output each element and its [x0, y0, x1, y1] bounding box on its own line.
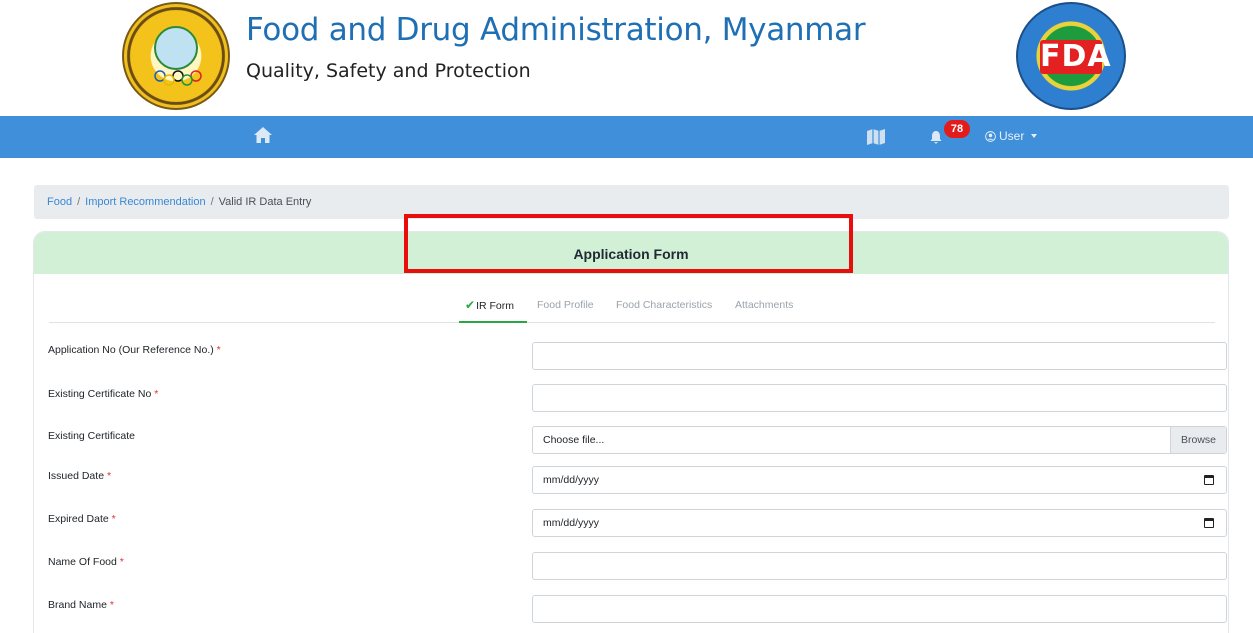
tab-label: IR Form — [476, 300, 514, 312]
book-map-icon[interactable] — [866, 127, 886, 147]
field-label-text: Expired Date — [48, 513, 109, 525]
field-label: Issued Date * — [48, 470, 111, 482]
tab-food-profile[interactable]: Food Profile — [537, 291, 594, 323]
field-label: Expired Date * — [48, 513, 116, 525]
chevron-down-icon — [1031, 134, 1038, 138]
required-marker: * — [119, 556, 124, 568]
field-label-text: Brand Name — [48, 599, 107, 611]
breadcrumb-current: Valid IR Data Entry — [218, 196, 312, 208]
required-marker: * — [106, 470, 112, 482]
file-placeholder: Choose file... — [543, 434, 605, 446]
date-placeholder: mm/dd/yyyy — [543, 474, 600, 486]
expired-date-input[interactable]: mm/dd/yyyy — [532, 509, 1227, 537]
user-label: User — [999, 129, 1025, 143]
notification-badge[interactable]: 78 — [944, 120, 970, 138]
field-label: Name Of Food * — [48, 556, 124, 568]
top-navbar: 78 User — [0, 116, 1253, 158]
fda-logo-text: FDA — [1040, 39, 1112, 74]
olympic-rings-icon — [154, 70, 202, 86]
breadcrumb-link-import-recommendation[interactable]: Import Recommendation — [85, 196, 205, 208]
date-placeholder: mm/dd/yyyy — [543, 517, 600, 529]
required-marker: * — [154, 388, 159, 400]
existing-certificate-file-input[interactable]: Choose file... Browse — [532, 426, 1227, 454]
application-no-input[interactable] — [532, 342, 1227, 370]
form-tabs: ✔IR Form Food Profile Food Characteristi… — [49, 291, 1215, 323]
application-form-card: Application Form ✔IR Form Food Profile F… — [33, 231, 1229, 633]
existing-certificate-no-input[interactable] — [532, 384, 1227, 412]
field-label-text: Name Of Food — [48, 556, 117, 568]
field-label: Existing Certificate No * — [48, 388, 158, 400]
breadcrumb-link-food[interactable]: Food — [47, 196, 72, 208]
issued-date-input[interactable]: mm/dd/yyyy — [532, 466, 1227, 494]
user-circle-icon — [985, 130, 996, 142]
field-label: Application No (Our Reference No.) * — [48, 344, 221, 356]
home-icon[interactable] — [253, 125, 273, 145]
bell-icon[interactable] — [930, 130, 942, 144]
calendar-icon[interactable] — [1204, 518, 1214, 528]
breadcrumb: Food / Import Recommendation / Valid IR … — [34, 185, 1229, 219]
required-marker: * — [109, 599, 114, 611]
brand-name-input[interactable] — [532, 595, 1227, 623]
breadcrumb-separator: / — [77, 196, 81, 208]
checkmark-icon: ✔ — [465, 298, 476, 312]
user-dropdown[interactable]: User — [985, 129, 1038, 143]
card-title: Application Form — [34, 232, 1228, 274]
field-label-text: Issued Date — [48, 470, 105, 482]
ministry-emblem-center — [154, 26, 198, 70]
page-subtitle: Quality, Safety and Protection — [246, 60, 531, 82]
tab-attachments[interactable]: Attachments — [735, 291, 793, 323]
fda-logo: FDA — [1016, 2, 1126, 110]
field-label: Existing Certificate — [48, 430, 135, 442]
site-header: Food and Drug Administration, Myanmar Qu… — [0, 0, 1253, 116]
page-title: Food and Drug Administration, Myanmar — [246, 12, 866, 48]
tab-ir-form[interactable]: ✔IR Form — [459, 291, 527, 323]
field-label-text: Application No (Our Reference No.) — [48, 344, 214, 356]
ministry-logo — [122, 2, 230, 110]
required-marker: * — [216, 344, 221, 356]
calendar-icon[interactable] — [1204, 475, 1214, 485]
breadcrumb-separator: / — [210, 196, 214, 208]
field-label-text: Existing Certificate No — [48, 388, 152, 400]
field-label: Brand Name * — [48, 599, 114, 611]
required-marker: * — [111, 513, 116, 525]
tab-food-characteristics[interactable]: Food Characteristics — [616, 291, 712, 323]
name-of-food-input[interactable] — [532, 552, 1227, 580]
browse-button[interactable]: Browse — [1170, 427, 1226, 453]
